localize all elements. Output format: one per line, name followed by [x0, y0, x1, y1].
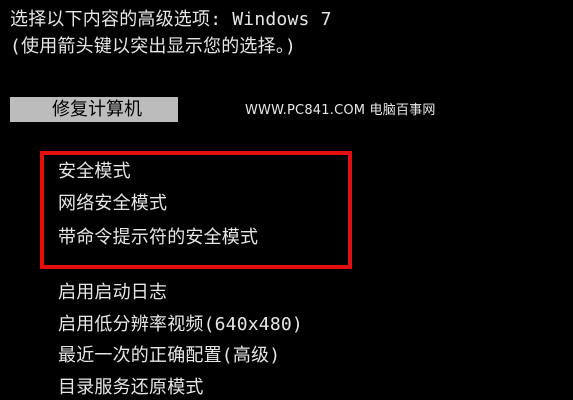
- repair-computer-option[interactable]: 修复计算机: [10, 97, 178, 122]
- safe-mode-option[interactable]: 安全模式: [58, 162, 131, 182]
- site-watermark: WWW.PC841.COM 电脑百事网: [245, 103, 436, 118]
- safe-mode-with-command-prompt-option[interactable]: 带命令提示符的安全模式: [58, 228, 258, 248]
- boot-options-instructions: (使用箭头键以突出显示您的选择。): [10, 36, 297, 57]
- last-known-good-configuration-option[interactable]: 最近一次的正确配置(高级): [58, 346, 280, 366]
- low-resolution-video-option[interactable]: 启用低分辨率视频(640x480): [58, 315, 303, 335]
- directory-services-restore-mode-option[interactable]: 目录服务还原模式: [58, 378, 204, 398]
- advanced-boot-options-screen: 选择以下内容的高级选项: Windows 7 (使用箭头键以突出显示您的选择。)…: [0, 0, 573, 400]
- boot-options-title: 选择以下内容的高级选项: Windows 7: [10, 9, 332, 30]
- safe-mode-with-networking-option[interactable]: 网络安全模式: [58, 194, 167, 214]
- enable-boot-logging-option[interactable]: 启用启动日志: [58, 283, 167, 303]
